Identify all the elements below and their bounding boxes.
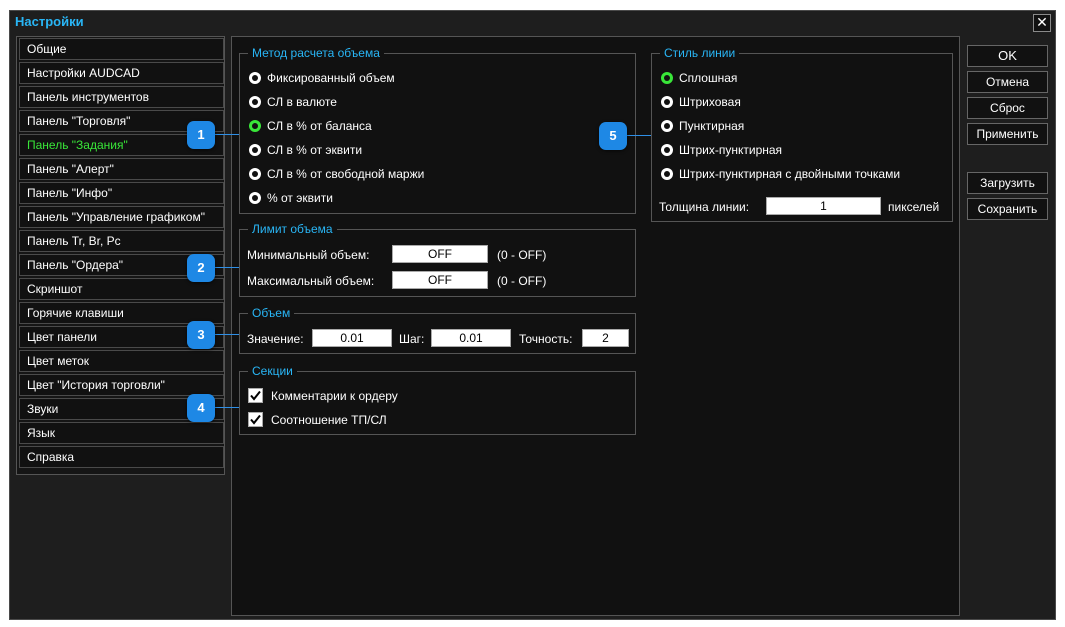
- volume-method-title: Метод расчета объема: [248, 46, 384, 60]
- line-thickness-label: Толщина линии:: [659, 200, 750, 214]
- volume-title: Объем: [248, 306, 295, 320]
- sidebar-item-chart-control[interactable]: Панель "Управление графиком": [19, 206, 224, 228]
- volume-value-label: Значение:: [247, 332, 304, 346]
- volume-group: Объем Значение: 0.01 Шаг: 0.01 Точность:…: [239, 306, 636, 354]
- callout-badge-5: 5: [599, 122, 627, 150]
- radio-label: Штриховая: [679, 95, 741, 109]
- callout-connector: [214, 334, 239, 335]
- tp-sl-ratio-label: Соотношение ТП/СЛ: [271, 413, 387, 427]
- order-comments-label: Комментарии к ордеру: [271, 389, 398, 403]
- callout-badge-3: 3: [187, 321, 215, 349]
- volume-value-field[interactable]: 0.01: [312, 329, 392, 347]
- sidebar-item-alert-panel[interactable]: Панель "Алерт": [19, 158, 224, 180]
- callout-connector: [214, 407, 239, 408]
- radio-selected-icon: [661, 72, 673, 84]
- sidebar-item-info-panel[interactable]: Панель "Инфо": [19, 182, 224, 204]
- volume-precision-field[interactable]: 2: [582, 329, 629, 347]
- radio-icon: [661, 96, 673, 108]
- radio-label: СЛ в валюте: [267, 95, 337, 109]
- line-style-title: Стиль линии: [660, 46, 740, 60]
- radio-label: Штрих-пунктирная: [679, 143, 783, 157]
- main-panel: Метод расчета объема Фиксированный объем…: [231, 36, 960, 616]
- close-icon[interactable]: ✕: [1033, 14, 1051, 32]
- callout-badge-1: 1: [187, 121, 215, 149]
- radio-label: СЛ в % от эквити: [267, 143, 363, 157]
- min-volume-field[interactable]: OFF: [392, 245, 488, 263]
- sidebar-item-language[interactable]: Язык: [19, 422, 224, 444]
- apply-button[interactable]: Применить: [967, 123, 1048, 145]
- radio-icon: [661, 120, 673, 132]
- order-comments-checkbox[interactable]: [248, 388, 263, 403]
- check-icon: [250, 414, 261, 425]
- radio-icon: [249, 72, 261, 84]
- volume-limit-title: Лимит объема: [248, 222, 337, 236]
- line-thickness-field[interactable]: 1: [766, 197, 881, 215]
- volume-step-field[interactable]: 0.01: [431, 329, 511, 347]
- radio-icon: [249, 144, 261, 156]
- sidebar-item-help[interactable]: Справка: [19, 446, 224, 468]
- ok-button[interactable]: OK: [967, 45, 1048, 67]
- sidebar-item-symbol-settings[interactable]: Настройки AUDCAD: [19, 62, 224, 84]
- sections-group: Секции Комментарии к ордеру Соотношение …: [239, 364, 636, 435]
- radio-icon: [661, 168, 673, 180]
- radio-label: СЛ в % от свободной маржи: [267, 167, 425, 181]
- save-button[interactable]: Сохранить: [967, 198, 1048, 220]
- radio-icon: [249, 168, 261, 180]
- radio-icon: [249, 192, 261, 204]
- sections-title: Секции: [248, 364, 297, 378]
- window-title: Настройки: [15, 14, 84, 29]
- load-button[interactable]: Загрузить: [967, 172, 1048, 194]
- callout-badge-2: 2: [187, 254, 215, 282]
- callout-connector: [214, 267, 239, 268]
- max-volume-label: Максимальный объем:: [247, 274, 375, 288]
- radio-selected-icon: [249, 120, 261, 132]
- sidebar-item-toolbar[interactable]: Панель инструментов: [19, 86, 224, 108]
- check-icon: [250, 390, 261, 401]
- min-volume-hint: (0 - OFF): [497, 248, 547, 262]
- callout-badge-4: 4: [187, 394, 215, 422]
- radio-label: СЛ в % от баланса: [267, 119, 372, 133]
- sidebar-item-general[interactable]: Общие: [19, 38, 224, 60]
- callout-connector: [626, 135, 651, 136]
- reset-button[interactable]: Сброс: [967, 97, 1048, 119]
- tp-sl-ratio-checkbox[interactable]: [248, 412, 263, 427]
- sidebar-item-tr-br-pc[interactable]: Панель Tr, Br, Pc: [19, 230, 224, 252]
- min-volume-label: Минимальный объем:: [247, 248, 370, 262]
- radio-label: Штрих-пунктирная с двойными точками: [679, 167, 901, 181]
- line-style-group: Стиль линии Сплошная Штриховая Пунктирна…: [651, 46, 953, 222]
- volume-limit-group: Лимит объема Минимальный объем: OFF (0 -…: [239, 222, 636, 297]
- sidebar-item-history-color[interactable]: Цвет "История торговли": [19, 374, 224, 396]
- volume-precision-label: Точность:: [519, 332, 573, 346]
- radio-icon: [249, 96, 261, 108]
- radio-icon: [661, 144, 673, 156]
- volume-step-label: Шаг:: [399, 332, 425, 346]
- sidebar-item-label-color[interactable]: Цвет меток: [19, 350, 224, 372]
- cancel-button[interactable]: Отмена: [967, 71, 1048, 93]
- volume-method-group: Метод расчета объема Фиксированный объем…: [239, 46, 636, 214]
- callout-connector: [214, 134, 239, 135]
- max-volume-field[interactable]: OFF: [392, 271, 488, 289]
- max-volume-hint: (0 - OFF): [497, 274, 547, 288]
- radio-label: Сплошная: [679, 71, 738, 85]
- radio-label: Пунктирная: [679, 119, 745, 133]
- line-thickness-unit: пикселей: [888, 200, 940, 214]
- radio-label: % от эквити: [267, 191, 333, 205]
- radio-label: Фиксированный объем: [267, 71, 395, 85]
